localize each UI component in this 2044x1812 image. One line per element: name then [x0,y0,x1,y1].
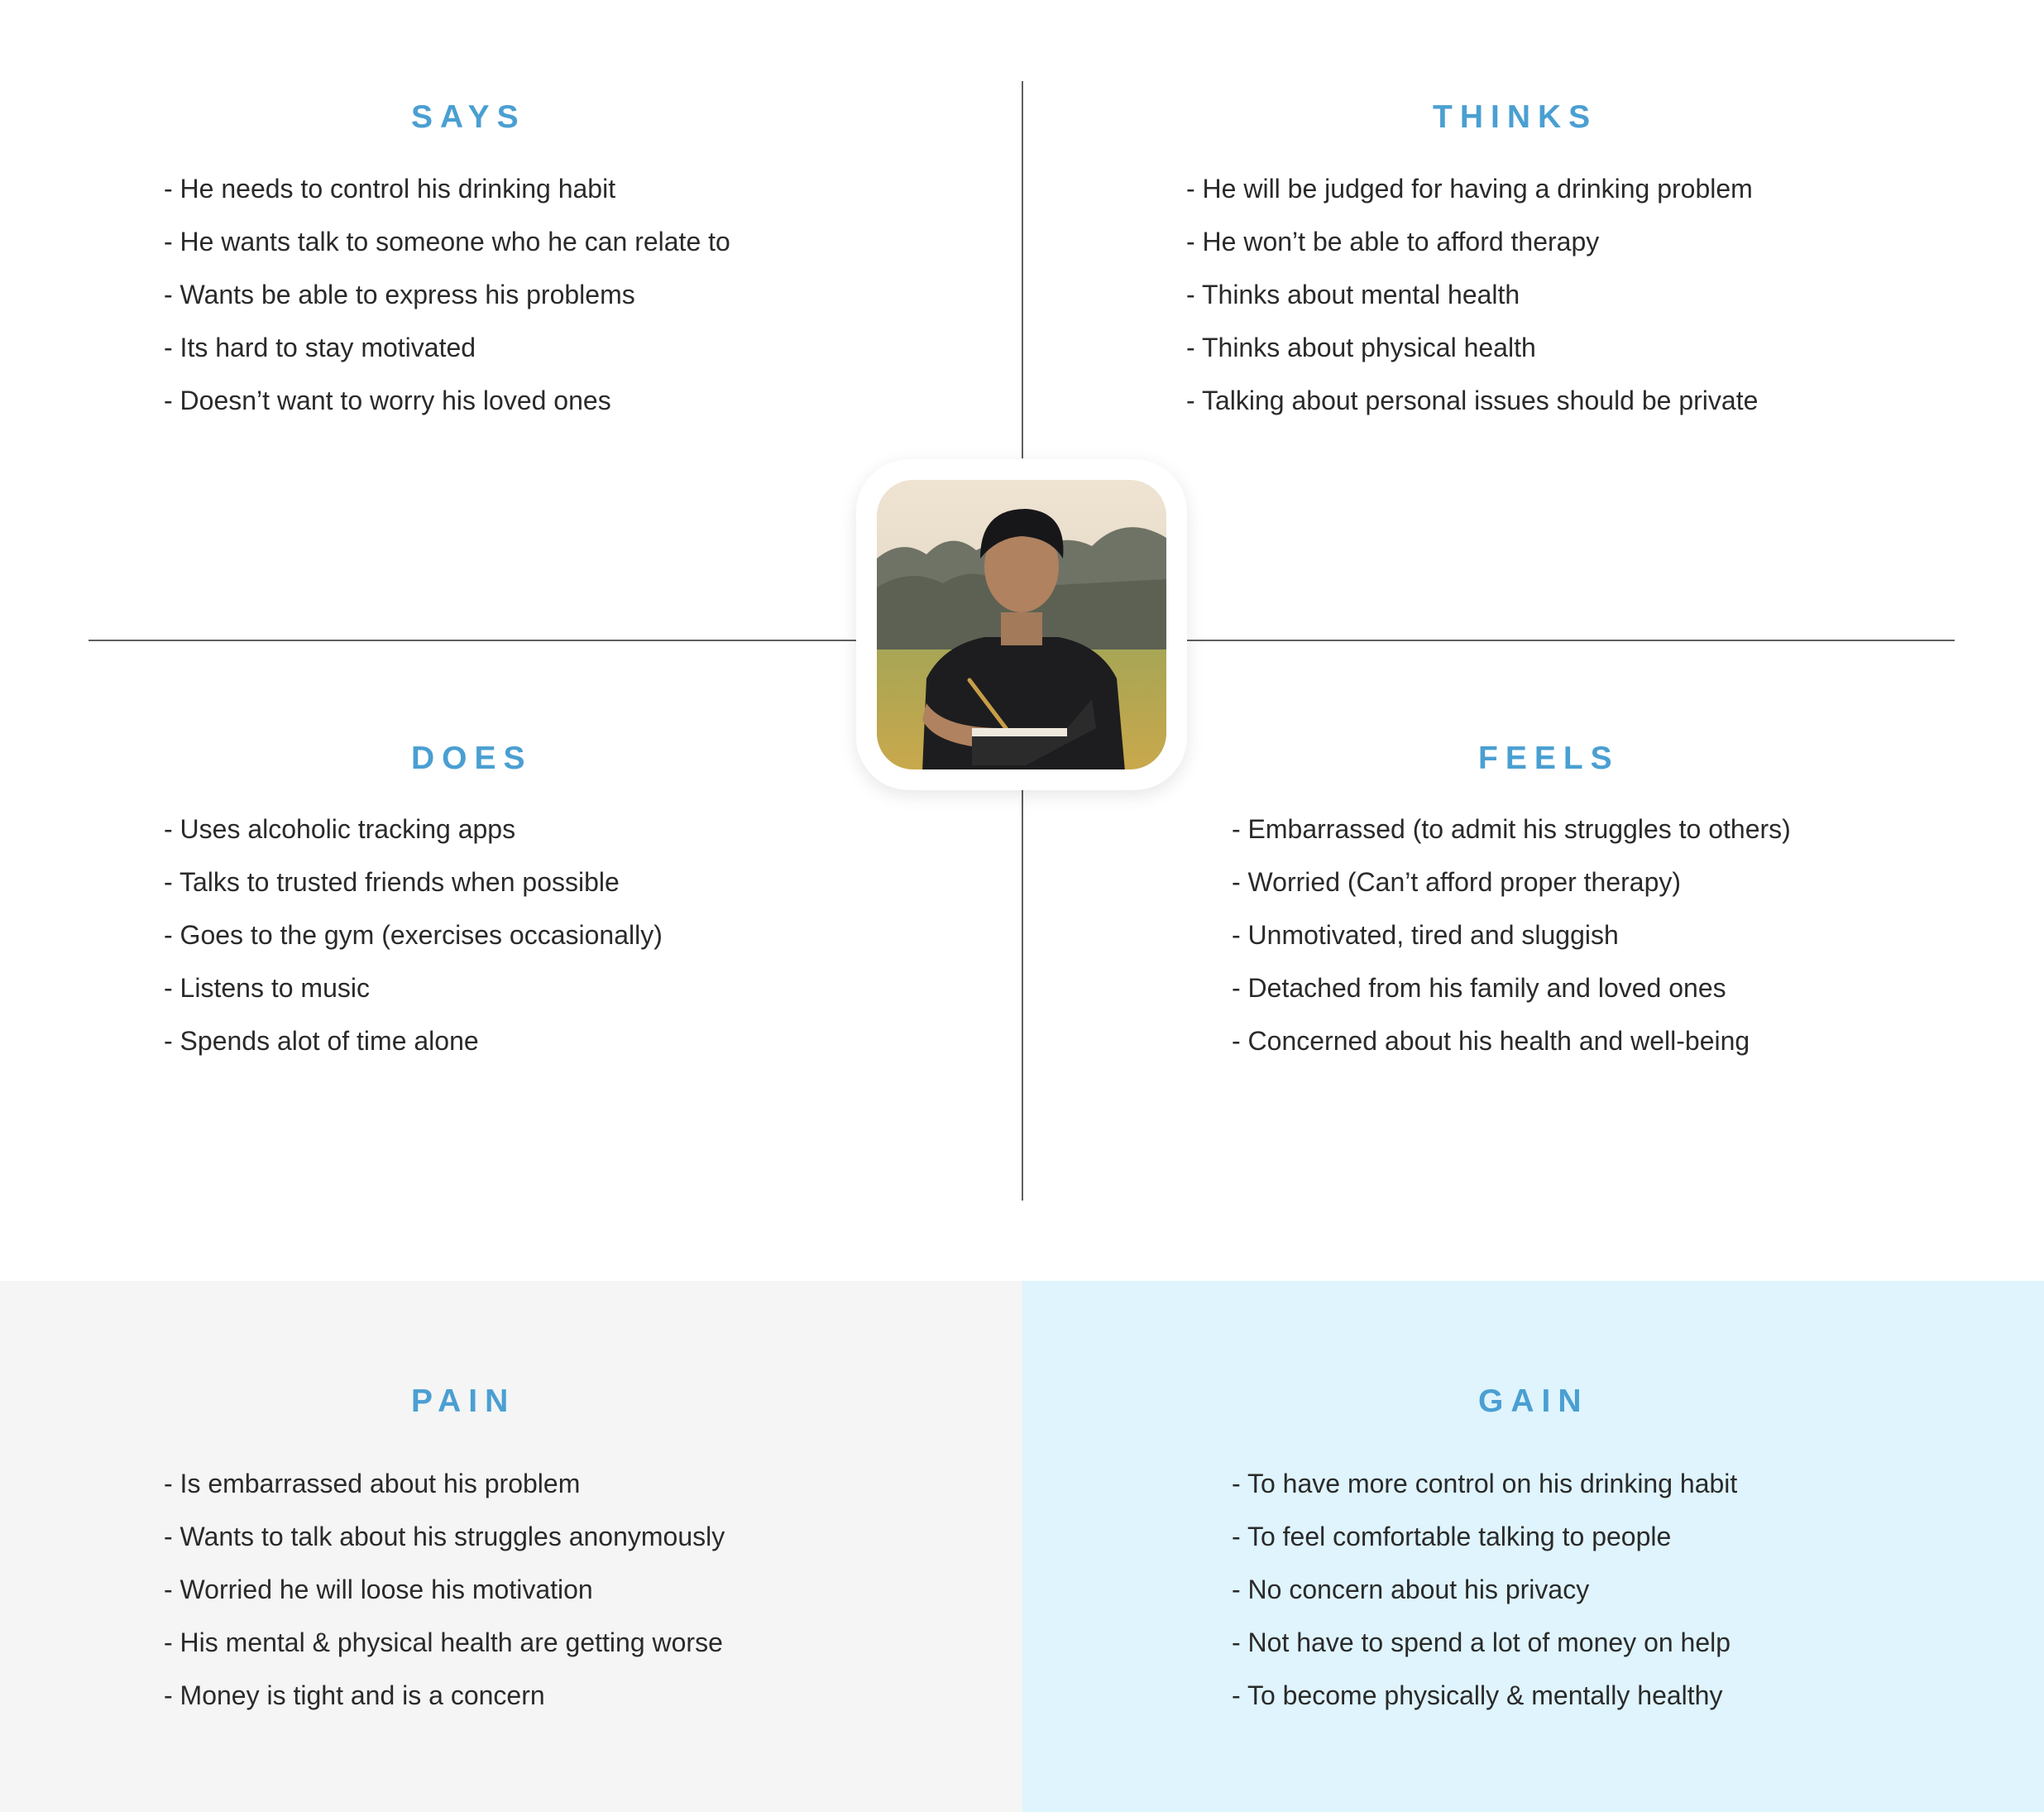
list-item: - Worried he will loose his motivation [164,1575,593,1604]
list-item: - To become physically & mentally health… [1232,1680,1723,1710]
list-item: - Money is tight and is a concern [164,1680,545,1710]
list-item: - Wants be able to express his problems [164,280,635,309]
list-item: - Thinks about physical health [1186,333,1536,362]
thinks-title: THINKS [1433,99,1598,135]
list-item: - Embarrassed (to admit his struggles to… [1232,814,1791,844]
list-item: - His mental & physical health are getti… [164,1627,723,1657]
says-title: SAYS [411,99,526,135]
list-item: - To have more control on his drinking h… [1232,1469,1738,1498]
list-item: - He will be judged for having a drinkin… [1186,174,1753,204]
list-item: - Worried (Can’t afford proper therapy) [1232,867,1682,897]
does-title: DOES [411,741,533,776]
list-item: - Thinks about mental health [1186,280,1520,309]
list-item: - Uses alcoholic tracking apps [164,814,516,844]
list-item: - He won’t be able to afford therapy [1186,227,1600,256]
list-item: - Is embarrassed about his problem [164,1469,581,1498]
divider-horizontal-left [89,640,856,641]
list-item: - Spends alot of time alone [164,1026,479,1056]
persona-photo-frame [856,459,1187,790]
list-item: - Concerned about his health and well-be… [1232,1026,1750,1056]
pain-list: - Is embarrassed about his problem - Wan… [164,1457,725,1722]
list-item: - Detached from his family and loved one… [1232,973,1726,1003]
list-item: - No concern about his privacy [1232,1575,1590,1604]
pain-title: PAIN [411,1383,516,1419]
list-item: - Doesn’t want to worry his loved ones [164,386,611,415]
feels-title: FEELS [1478,741,1620,776]
list-item: - Goes to the gym (exercises occasionall… [164,920,663,950]
list-item: - He needs to control his drinking habit [164,174,616,204]
gain-list: - To have more control on his drinking h… [1232,1457,1737,1722]
gain-title: GAIN [1478,1383,1589,1419]
person-writing-in-notebook-photo [877,480,1166,769]
says-list: - He needs to control his drinking habit… [164,162,730,427]
does-list: - Uses alcoholic tracking apps - Talks t… [164,803,663,1067]
divider-horizontal-right [1187,640,1955,641]
list-item: - He wants talk to someone who he can re… [164,227,730,256]
list-item: - Its hard to stay motivated [164,333,476,362]
list-item: - Talking about personal issues should b… [1186,386,1759,415]
list-item: - Listens to music [164,973,370,1003]
divider-vertical-bottom [1022,790,1023,1201]
feels-list: - Embarrassed (to admit his struggles to… [1232,803,1791,1067]
list-item: - Wants to talk about his struggles anon… [164,1522,725,1551]
list-item: - Not have to spend a lot of money on he… [1232,1627,1731,1657]
list-item: - To feel comfortable talking to people [1232,1522,1672,1551]
divider-vertical-top [1022,81,1023,458]
list-item: - Unmotivated, tired and sluggish [1232,920,1619,950]
thinks-list: - He will be judged for having a drinkin… [1186,162,1758,427]
list-item: - Talks to trusted friends when possible [164,867,620,897]
